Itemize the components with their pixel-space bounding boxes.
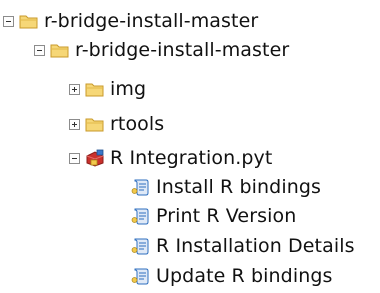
folder-icon <box>85 115 105 133</box>
tree-node-script-install[interactable]: Install R bindings <box>131 173 321 201</box>
tree-node-script-update[interactable]: Update R bindings <box>131 262 333 290</box>
tree-node-label: r-bridge-install-master <box>75 39 290 61</box>
tree-node-label: Print R Version <box>156 205 297 227</box>
tree-node-label: Update R bindings <box>156 265 333 287</box>
tree-node-label: rtools <box>110 113 165 135</box>
python-toolbox-icon <box>85 149 105 167</box>
tree-node-label: R Integration.pyt <box>110 147 273 169</box>
script-tool-icon <box>131 267 151 285</box>
folder-icon <box>85 80 105 98</box>
script-tool-icon <box>131 207 151 225</box>
collapse-toggle[interactable] <box>3 15 14 27</box>
script-tool-icon <box>131 178 151 196</box>
folder-icon <box>19 12 39 30</box>
catalog-tree: r-bridge-install-master r-bridge-install… <box>0 0 380 293</box>
collapse-toggle[interactable] <box>34 44 45 56</box>
tree-node-rtools[interactable]: rtools <box>69 110 164 138</box>
expand-toggle[interactable] <box>69 83 80 95</box>
tree-node-toolbox[interactable]: R Integration.pyt <box>69 144 272 172</box>
tree-node-root[interactable]: r-bridge-install-master <box>3 7 258 35</box>
expand-toggle[interactable] <box>69 118 80 130</box>
tree-node-label: r-bridge-install-master <box>44 10 259 32</box>
tree-node-label: img <box>110 78 147 100</box>
tree-node-label: Install R bindings <box>156 176 321 198</box>
tree-node-child[interactable]: r-bridge-install-master <box>34 36 289 64</box>
script-tool-icon <box>131 237 151 255</box>
collapse-toggle[interactable] <box>69 152 80 164</box>
tree-node-label: R Installation Details <box>156 235 355 257</box>
tree-node-script-details[interactable]: R Installation Details <box>131 232 355 260</box>
tree-node-img[interactable]: img <box>69 75 146 103</box>
tree-node-script-print[interactable]: Print R Version <box>131 202 296 230</box>
folder-icon <box>50 41 70 59</box>
